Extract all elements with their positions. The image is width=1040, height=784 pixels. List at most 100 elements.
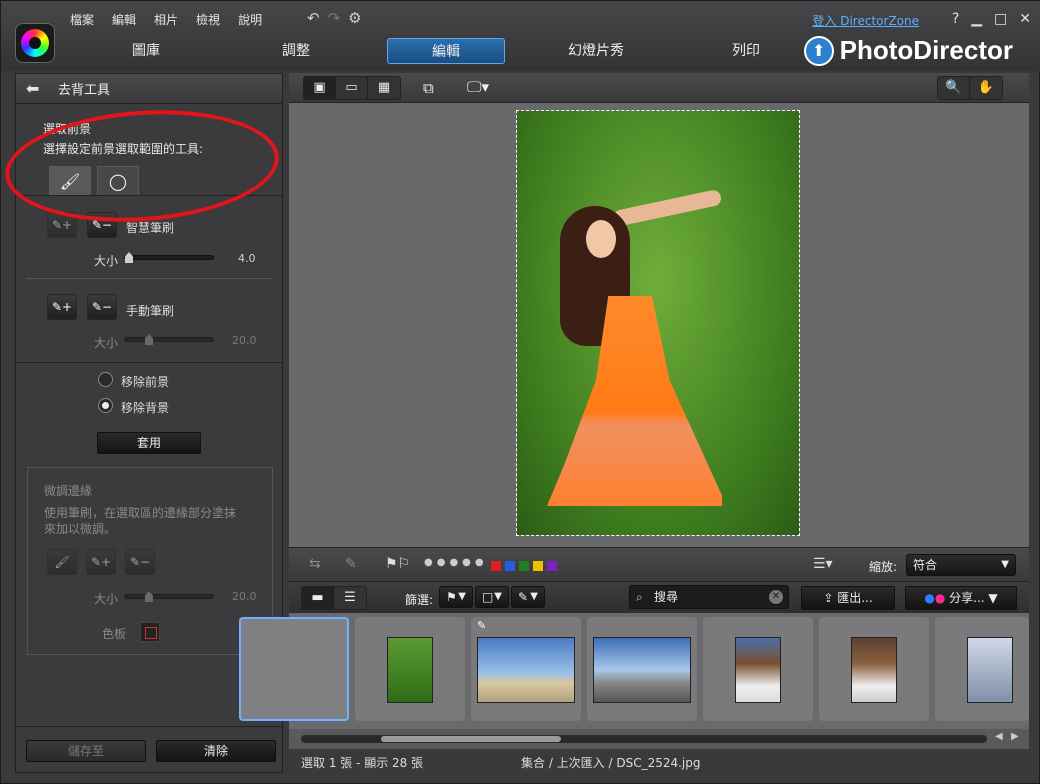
- title-bar: 檔案 編輯 相片 檢視 說明 ↶ ↷ ⚙ 登入 DirectorZone ? ▁…: [1, 1, 1040, 71]
- save-as-button[interactable]: 儲存至: [26, 740, 146, 762]
- export-label: 匯出...: [837, 591, 873, 605]
- slider-handle[interactable]: [145, 334, 153, 345]
- clear-button[interactable]: 清除: [156, 740, 276, 762]
- scroll-left-icon[interactable]: ◀: [995, 731, 1003, 742]
- photo-action-toolbar: ⇆ ✎ ⚑⚐ ●●●●● ☰▾ 縮放: 符合: [289, 547, 1029, 581]
- smart-size-slider[interactable]: [124, 252, 214, 263]
- fine-tune-title: 微調邊緣: [44, 484, 93, 498]
- thumbnail-cell[interactable]: [819, 617, 929, 721]
- menu-photo[interactable]: 相片: [145, 11, 187, 28]
- brand-arrow-icon: ⬆: [803, 35, 834, 66]
- grid-view-icon[interactable]: ▦: [368, 77, 400, 99]
- fine-brush-add-button[interactable]: ✎+: [86, 549, 116, 575]
- scrollbar-thumb[interactable]: [381, 736, 561, 742]
- menu-help[interactable]: 說明: [229, 11, 271, 28]
- zoom-dropdown[interactable]: 符合: [906, 554, 1016, 576]
- manual-brush-subtract-button[interactable]: ✎−: [87, 294, 117, 320]
- flag-icon[interactable]: ⚑⚐: [385, 556, 410, 572]
- share-icon: ●: [924, 591, 935, 605]
- share-button[interactable]: ●● 分享... ▼: [905, 586, 1017, 610]
- slider-handle[interactable]: [145, 591, 153, 602]
- window-controls: ? ▁ □ ✕: [952, 11, 1031, 27]
- viewer-toolbar: ▣ ▭ ▦ ⧉ 🖵▾ 🔍 ✋: [289, 73, 1029, 103]
- login-link[interactable]: 登入 DirectorZone: [812, 12, 919, 29]
- manual-brush-add-button[interactable]: ✎+: [47, 294, 77, 320]
- help-icon[interactable]: ?: [952, 11, 959, 27]
- edited-photo[interactable]: [516, 110, 800, 536]
- thumbnail-cell[interactable]: [239, 617, 349, 721]
- app-logo-icon[interactable]: [15, 23, 55, 63]
- export-button[interactable]: ⇪ 匯出...: [801, 586, 895, 610]
- tab-edit[interactable]: 編輯: [387, 38, 505, 64]
- fine-tune-desc: 使用筆刷，在選取區的邊緣部分塗抹: [44, 506, 237, 520]
- scroll-right-icon[interactable]: ▶: [1011, 731, 1019, 742]
- rotate-flag-icon[interactable]: ⇆: [309, 556, 321, 572]
- color-label-green[interactable]: [519, 561, 529, 571]
- tab-library[interactable]: 圖庫: [71, 38, 221, 64]
- compare-view-icon[interactable]: ▣: [304, 77, 336, 99]
- color-label-purple[interactable]: [547, 561, 557, 571]
- close-icon[interactable]: ✕: [1019, 11, 1031, 27]
- path-status: 集合 / 上次匯入 / DSC_2524.jpg: [521, 756, 701, 770]
- zoom-label: 縮放:: [869, 560, 898, 574]
- subject-face: [586, 220, 616, 258]
- fine-tune-desc-2: 來加以微調。: [44, 522, 117, 536]
- menu-view[interactable]: 檢視: [187, 11, 229, 28]
- tab-adjust[interactable]: 調整: [221, 38, 371, 64]
- filter-flag-dropdown[interactable]: ⚑: [439, 586, 473, 608]
- single-view-icon[interactable]: ▭: [336, 77, 368, 99]
- slider-handle[interactable]: [125, 252, 133, 263]
- minimize-icon[interactable]: ▁: [971, 11, 982, 27]
- fine-size-label: 大小: [94, 592, 119, 606]
- maximize-icon[interactable]: □: [994, 11, 1007, 27]
- menu-file[interactable]: 檔案: [61, 11, 103, 28]
- fine-brush-subtract-button[interactable]: ✎−: [125, 549, 155, 575]
- monitor-icon[interactable]: 🖵▾: [467, 78, 489, 96]
- color-swatch[interactable]: [140, 622, 160, 642]
- edit-pencil-icon[interactable]: ✎: [345, 556, 357, 572]
- manual-size-value: 20.0: [232, 334, 257, 347]
- share-icon-dot: ●: [934, 591, 946, 605]
- thumbnail-cell[interactable]: [587, 617, 697, 721]
- rotate-icon[interactable]: ⧉: [423, 79, 434, 97]
- brand: ⬆ PhotoDirector: [803, 35, 1013, 66]
- browser-toolbar: ▬ ☰ 篩選: ⚑ □ ✎ ⌕ 搜尋 ✕ ⇪ 匯出... ●● 分享... ▼: [289, 581, 1029, 613]
- menu-edit[interactable]: 編輯: [103, 11, 145, 28]
- filmstrip-view-icon[interactable]: ▬: [302, 587, 334, 609]
- redo-icon[interactable]: ↷: [328, 9, 341, 27]
- thumbnail-cell[interactable]: [355, 617, 465, 721]
- color-label-red[interactable]: [491, 561, 501, 571]
- fine-brush-button[interactable]: 🖌: [47, 549, 77, 575]
- zoom-pan-group: 🔍 ✋: [937, 76, 1003, 100]
- thumbnail-cell[interactable]: ✎: [471, 617, 581, 721]
- thumbnail-cell[interactable]: [703, 617, 813, 721]
- thumbnail-image: [477, 637, 575, 703]
- search-icon: ⌕: [636, 590, 643, 604]
- photo-canvas[interactable]: [289, 103, 1029, 547]
- filter-edit-dropdown[interactable]: ✎: [511, 586, 545, 608]
- magnifier-icon[interactable]: 🔍: [938, 77, 970, 99]
- tab-print[interactable]: 列印: [671, 38, 821, 64]
- filmstrip-scrollbar[interactable]: [301, 735, 987, 743]
- manual-size-slider[interactable]: [124, 334, 214, 345]
- color-label-blue[interactable]: [505, 561, 515, 571]
- color-label-yellow[interactable]: [533, 561, 543, 571]
- export-icon: ⇪: [823, 591, 834, 605]
- hand-icon[interactable]: ✋: [970, 77, 1002, 99]
- rating-dots[interactable]: ●●●●●: [424, 557, 488, 568]
- search-input[interactable]: ⌕ 搜尋 ✕: [629, 585, 789, 609]
- list-menu-icon[interactable]: ☰▾: [813, 556, 833, 572]
- back-arrow-icon[interactable]: ⬅: [26, 80, 48, 97]
- settings-gear-icon[interactable]: ⚙: [348, 9, 361, 27]
- remove-foreground-radio[interactable]: [98, 372, 113, 387]
- undo-icon[interactable]: ↶: [307, 9, 320, 27]
- filter-label: 篩選:: [405, 593, 434, 607]
- clear-search-icon[interactable]: ✕: [769, 590, 783, 604]
- thumbnail-cell[interactable]: [935, 617, 1029, 721]
- filter-rect-dropdown[interactable]: □: [475, 586, 509, 608]
- list-view-icon[interactable]: ☰: [334, 587, 366, 609]
- fine-size-slider[interactable]: [124, 591, 214, 602]
- apply-button[interactable]: 套用: [97, 432, 201, 454]
- tab-slideshow[interactable]: 幻燈片秀: [521, 38, 671, 64]
- remove-background-radio[interactable]: [98, 398, 113, 413]
